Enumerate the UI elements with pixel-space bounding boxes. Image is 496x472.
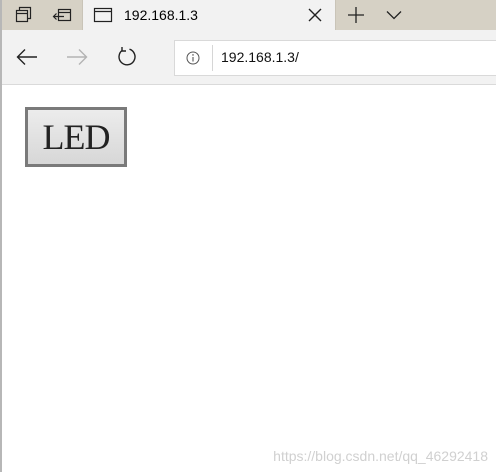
tabs-aside-icon <box>15 6 32 23</box>
plus-icon <box>348 7 364 23</box>
info-icon[interactable] <box>185 50 201 66</box>
tab-strip: 192.168.1.3 <box>2 0 496 31</box>
tab-active[interactable]: 192.168.1.3 <box>82 0 336 31</box>
new-tab-button[interactable] <box>338 0 374 30</box>
url-text[interactable]: 192.168.1.3/ <box>221 49 299 65</box>
close-icon <box>308 8 322 22</box>
refresh-button[interactable] <box>112 42 142 72</box>
forward-button[interactable] <box>62 42 92 72</box>
tab-title: 192.168.1.3 <box>124 7 198 23</box>
tabs-aside-restore-button[interactable] <box>44 0 80 30</box>
refresh-icon <box>118 47 136 66</box>
navigation-bar: 192.168.1.3/ <box>2 30 496 85</box>
tab-preview-button[interactable] <box>376 0 412 30</box>
watermark-text: https://blog.csdn.net/qq_46292418 <box>273 448 488 464</box>
address-bar[interactable]: 192.168.1.3/ <box>174 40 496 76</box>
tab-close-button[interactable] <box>305 5 325 25</box>
chevron-down-icon <box>386 11 402 20</box>
back-button[interactable] <box>12 42 42 72</box>
address-separator <box>212 45 213 71</box>
page-icon <box>93 6 113 24</box>
led-button[interactable]: LED <box>25 107 127 167</box>
restore-tabs-icon <box>52 8 72 22</box>
set-tabs-aside-button[interactable] <box>6 0 42 30</box>
forward-arrow-icon <box>67 49 88 65</box>
back-arrow-icon <box>16 49 37 65</box>
page-content: LED https://blog.csdn.net/qq_46292418 <box>2 85 496 472</box>
